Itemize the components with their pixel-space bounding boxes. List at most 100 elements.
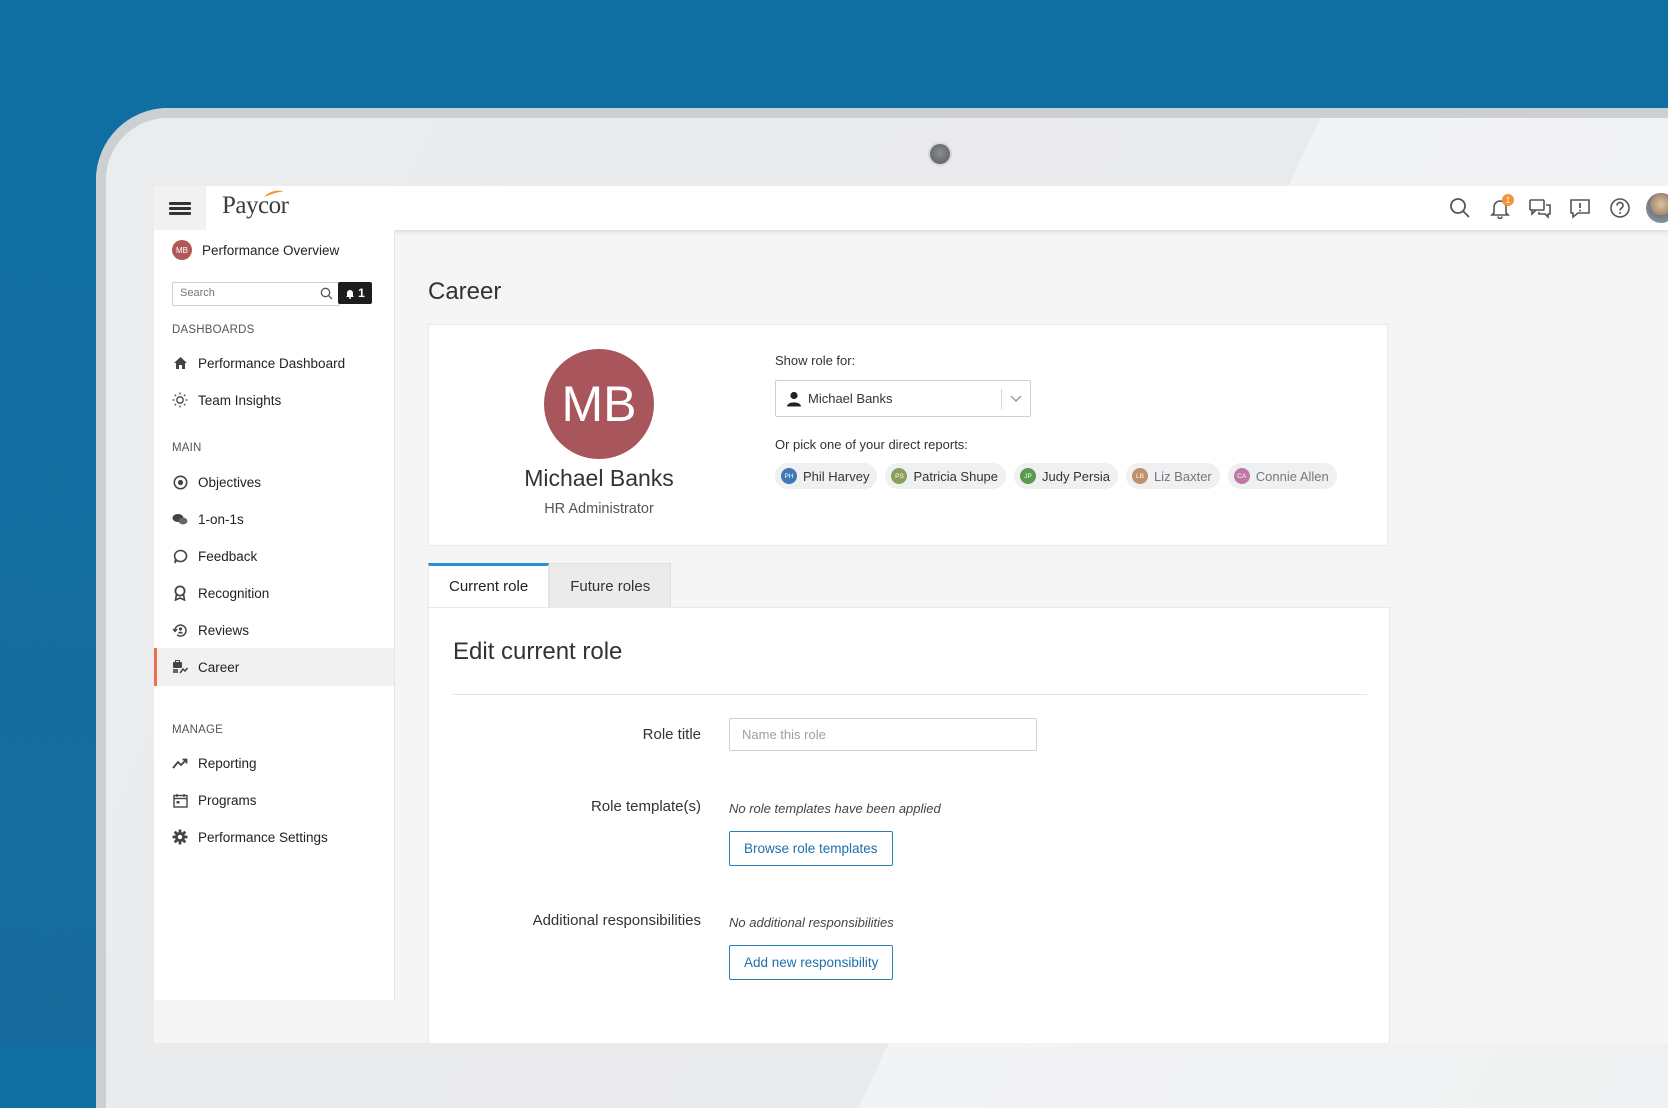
direct-reports-label: Or pick one of your direct reports: bbox=[775, 437, 968, 452]
camera-icon bbox=[930, 144, 950, 164]
profile-name: Michael Banks bbox=[524, 465, 674, 491]
role-templates-label: Role template(s) bbox=[590, 798, 701, 815]
browse-role-templates-button[interactable]: Browse role templates bbox=[729, 831, 893, 866]
sidebar-item-label: Objectives bbox=[198, 474, 262, 490]
sidebar-item-label: Recognition bbox=[198, 585, 270, 601]
direct-report-chip[interactable]: LB Liz Baxter bbox=[1125, 463, 1220, 489]
chip-label: Phil Harvey bbox=[803, 468, 870, 484]
direct-report-chip[interactable]: PS Patricia Shupe bbox=[885, 463, 1007, 489]
chip-label: Patricia Shupe bbox=[913, 468, 999, 484]
show-role-label: Show role for: bbox=[775, 353, 856, 368]
chip-label: Connie Allen bbox=[1255, 468, 1329, 484]
person-icon bbox=[786, 391, 802, 407]
home-icon bbox=[172, 355, 188, 371]
gear-icon bbox=[172, 829, 188, 845]
feedback-bubble-icon bbox=[172, 548, 188, 564]
tab-current-role[interactable]: Current role bbox=[428, 563, 550, 607]
avatar: PH bbox=[781, 468, 797, 484]
responsibilities-empty-note: No additional responsibilities bbox=[729, 915, 894, 930]
sidebar-item-reviews[interactable]: Reviews bbox=[154, 611, 394, 649]
avatar: PS bbox=[891, 468, 908, 484]
chip-label: Liz Baxter bbox=[1153, 468, 1212, 484]
direct-report-chip[interactable]: PH Phil Harvey bbox=[775, 463, 878, 489]
alerts-button[interactable]: 1 bbox=[338, 282, 372, 304]
alert-count: 1 bbox=[358, 286, 365, 300]
menu-button[interactable] bbox=[154, 186, 206, 230]
ribbon-icon bbox=[172, 585, 188, 601]
sidebar: MB Performance Overview 1 DASHBOARDS Per… bbox=[154, 230, 395, 1000]
chat-button[interactable] bbox=[1520, 188, 1560, 228]
sidebar-item-team-insights[interactable]: Team Insights bbox=[154, 381, 394, 419]
role-tabs: Current role Future roles bbox=[428, 563, 672, 608]
person-select[interactable]: Michael Banks bbox=[775, 380, 1031, 417]
profile-card: MB Michael Banks HR Administrator Show r… bbox=[428, 324, 1388, 546]
sidebar-item-reporting[interactable]: Reporting bbox=[154, 744, 394, 782]
additional-responsibilities-label: Additional responsibilities bbox=[532, 912, 701, 929]
notifications-button[interactable]: 1 bbox=[1480, 188, 1520, 228]
target-icon bbox=[172, 474, 188, 490]
search-input[interactable] bbox=[173, 283, 315, 303]
direct-reports-list: PH Phil Harvey PS Patricia Shupe JP Judy… bbox=[775, 463, 1337, 489]
sidebar-item-programs[interactable]: Programs bbox=[154, 781, 394, 819]
overview-label: Performance Overview bbox=[202, 242, 340, 258]
selected-person: Michael Banks bbox=[808, 391, 893, 406]
direct-report-chip[interactable]: JP Judy Persia bbox=[1014, 463, 1118, 489]
profile-role: HR Administrator bbox=[544, 501, 654, 517]
sidebar-item-label: Reviews bbox=[198, 622, 250, 638]
main-content: Career MB Michael Banks HR Administrator… bbox=[394, 230, 1668, 1043]
sidebar-item-label: Performance Settings bbox=[198, 829, 328, 845]
add-new-responsibility-button[interactable]: Add new responsibility bbox=[729, 945, 894, 980]
chevron-down-icon bbox=[1002, 395, 1030, 403]
help-icon bbox=[1610, 198, 1630, 218]
review-icon bbox=[172, 622, 188, 638]
trend-icon bbox=[172, 755, 188, 771]
role-title-label: Role title bbox=[642, 726, 701, 743]
sidebar-item-recognition[interactable]: Recognition bbox=[154, 574, 394, 612]
sidebar-item-label: Performance Dashboard bbox=[198, 355, 346, 371]
avatar: JP bbox=[1020, 468, 1037, 484]
avatar: MB bbox=[172, 240, 192, 260]
avatar: LB bbox=[1131, 468, 1148, 484]
search-icon bbox=[320, 287, 333, 300]
bell-icon bbox=[346, 289, 355, 299]
performance-overview-link[interactable]: MB Performance Overview bbox=[172, 240, 339, 260]
sidebar-item-label: Reporting bbox=[198, 755, 257, 771]
edit-title: Edit current role bbox=[453, 638, 623, 665]
career-icon bbox=[172, 659, 188, 675]
paycor-logo[interactable]: Paycor bbox=[222, 190, 289, 220]
sidebar-search bbox=[172, 282, 340, 306]
avatar: CA bbox=[1233, 468, 1250, 484]
sidebar-item-label: Career bbox=[198, 659, 240, 675]
conversation-icon bbox=[172, 511, 188, 527]
lightbulb-icon bbox=[172, 392, 188, 408]
feedback-button[interactable] bbox=[1560, 188, 1600, 228]
feedback-icon bbox=[1570, 199, 1590, 219]
sidebar-item-label: Team Insights bbox=[198, 392, 282, 408]
sidebar-item-feedback[interactable]: Feedback bbox=[154, 537, 394, 575]
sidebar-item-performance-dashboard[interactable]: Performance Dashboard bbox=[154, 344, 394, 382]
sidebar-item-objectives[interactable]: Objectives bbox=[154, 463, 394, 501]
sidebar-item-career[interactable]: Career bbox=[154, 648, 394, 686]
tab-future-roles[interactable]: Future roles bbox=[549, 563, 672, 608]
top-bar: Paycor 1 bbox=[154, 186, 1668, 231]
avatar: MB bbox=[544, 349, 654, 459]
notification-count: 1 bbox=[1502, 194, 1514, 206]
edit-role-panel: Edit current role Role title Role templa… bbox=[428, 607, 1390, 1043]
direct-report-chip[interactable]: CA Connie Allen bbox=[1227, 463, 1337, 489]
sidebar-item-label: Programs bbox=[198, 792, 257, 808]
section-dashboards: DASHBOARDS bbox=[172, 324, 255, 336]
sidebar-item-label: Feedback bbox=[198, 548, 258, 564]
sidebar-item-performance-settings[interactable]: Performance Settings bbox=[154, 818, 394, 856]
templates-empty-note: No role templates have been applied bbox=[729, 801, 941, 816]
search-button[interactable] bbox=[1440, 188, 1480, 228]
help-button[interactable] bbox=[1600, 188, 1640, 228]
top-icons: 1 bbox=[1440, 186, 1668, 230]
chip-label: Judy Persia bbox=[1042, 468, 1110, 484]
section-manage: MANAGE bbox=[172, 724, 224, 736]
chat-icon bbox=[1529, 199, 1551, 219]
sidebar-item-1-on-1s[interactable]: 1-on-1s bbox=[154, 500, 394, 538]
role-title-input[interactable] bbox=[729, 718, 1037, 751]
page-title: Career bbox=[428, 278, 502, 305]
user-avatar[interactable] bbox=[1646, 193, 1668, 223]
sidebar-item-label: 1-on-1s bbox=[198, 511, 244, 527]
